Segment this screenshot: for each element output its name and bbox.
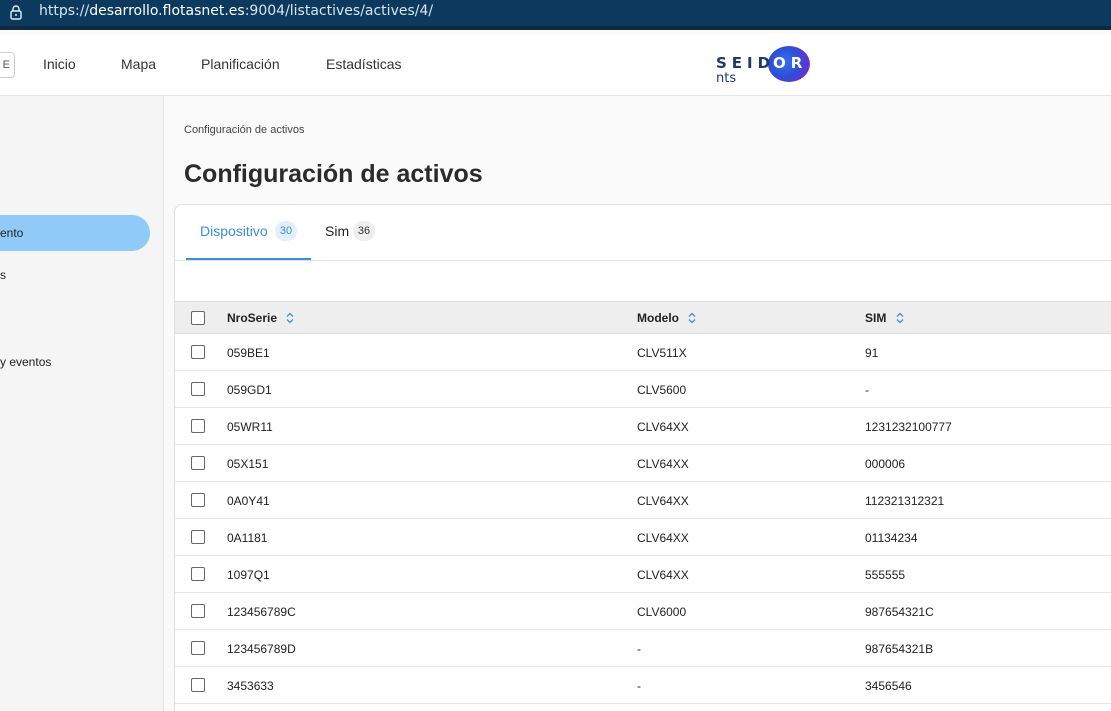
select-all-checkbox[interactable]: [191, 311, 205, 325]
row-checkbox[interactable]: [191, 678, 205, 692]
nav-item-inicio[interactable]: Inicio: [43, 56, 76, 72]
sidebar-item[interactable]: s: [0, 268, 6, 282]
cell-sim: 987654321C: [865, 605, 934, 619]
logo-brand-b: OR: [773, 54, 808, 72]
sort-icon[interactable]: [688, 312, 696, 324]
page-title: Configuración de activos: [184, 160, 483, 188]
seidor-logo: SEID OR nts: [716, 44, 816, 88]
table-row[interactable]: 059GD1 CLV5600 -: [175, 371, 1111, 408]
nav-item-mapa[interactable]: Mapa: [121, 56, 156, 72]
row-checkbox[interactable]: [191, 641, 205, 655]
cell-nroserie: 0A1181: [227, 531, 268, 545]
column-header-modelo[interactable]: Modelo: [637, 311, 696, 325]
cell-sim: 01134234: [865, 531, 918, 545]
cell-sim: 555555: [865, 568, 906, 582]
cell-sim: 987654321B: [865, 642, 934, 656]
sidebar-item-label: ento: [0, 226, 24, 240]
table-row[interactable]: 123456789C CLV6000 987654321C: [175, 593, 1111, 630]
cell-modelo: CLV64XX: [637, 457, 689, 471]
table-header: NroSerie Modelo SIM: [175, 301, 1111, 334]
table-row[interactable]: 1097Q1 CLV64XX 555555: [175, 556, 1111, 593]
lock-icon: [10, 5, 22, 20]
row-checkbox[interactable]: [191, 345, 205, 359]
nav-item-planificacion[interactable]: Planificación: [201, 56, 280, 72]
cell-nroserie: 05WR11: [227, 420, 273, 434]
cell-nroserie: 059GD1: [227, 383, 272, 397]
logo-brand-a: SEID: [716, 54, 776, 72]
column-header-nroserie[interactable]: NroSerie: [227, 311, 294, 325]
cell-sim: 91: [865, 346, 879, 360]
cell-modelo: CLV64XX: [637, 568, 689, 582]
table-row[interactable]: 3453633 - 3456546: [175, 667, 1111, 704]
row-checkbox[interactable]: [191, 530, 205, 544]
address-field[interactable]: https://desarrollo.flotasnet.es:9004/lis…: [39, 3, 433, 19]
cell-nroserie: 1097Q1: [227, 568, 270, 582]
cell-sim: 000006: [865, 457, 906, 471]
menu-button[interactable]: E: [0, 52, 15, 78]
tab-dispositivo[interactable]: Dispositivo 30: [200, 221, 310, 259]
row-checkbox[interactable]: [191, 456, 205, 470]
nav-item-estadisticas[interactable]: Estadísticas: [326, 56, 401, 72]
sort-icon[interactable]: [896, 312, 904, 324]
cell-nroserie: 123456789C: [227, 605, 296, 619]
table-row[interactable]: 05X151 CLV64XX 000006: [175, 445, 1111, 482]
tab-label: Dispositivo: [200, 223, 268, 239]
table-row[interactable]: 0A1181 CLV64XX 01134234: [175, 519, 1111, 556]
table-row[interactable]: 123456789D - 987654321B: [175, 630, 1111, 667]
cell-sim: 112321312321: [865, 494, 945, 508]
cell-modelo: CLV64XX: [637, 531, 689, 545]
sidebar-item-label: y eventos: [0, 355, 52, 369]
cell-modelo: CLV511X: [637, 346, 687, 360]
cell-sim: -: [865, 383, 869, 397]
cell-nroserie: 05X151: [227, 457, 269, 471]
cell-modelo: CLV5600: [637, 383, 687, 397]
column-header-sim[interactable]: SIM: [865, 311, 904, 325]
cell-nroserie: 059BE1: [227, 346, 270, 360]
sidebar: ento s y eventos: [0, 96, 164, 711]
tab-count-badge: 36: [353, 221, 375, 241]
row-checkbox[interactable]: [191, 567, 205, 581]
row-checkbox[interactable]: [191, 604, 205, 618]
cell-nroserie: 3453633: [227, 679, 274, 693]
tab-sim[interactable]: Sim 36: [325, 221, 385, 259]
row-checkbox[interactable]: [191, 493, 205, 507]
top-navigation: E Inicio Mapa Planificación Estadísticas…: [0, 34, 1111, 96]
browser-url-bar: https://desarrollo.flotasnet.es:9004/lis…: [0, 0, 1111, 30]
cell-modelo: -: [637, 679, 641, 693]
sidebar-item-label: s: [0, 268, 6, 282]
divider: [175, 260, 1111, 261]
cell-modelo: CLV64XX: [637, 494, 689, 508]
cell-modelo: CLV6000: [637, 605, 687, 619]
cell-nroserie: 0A0Y41: [227, 494, 270, 508]
row-checkbox[interactable]: [191, 419, 205, 433]
breadcrumb[interactable]: Configuración de activos: [184, 124, 304, 136]
sort-icon[interactable]: [286, 312, 294, 324]
row-checkbox[interactable]: [191, 382, 205, 396]
assets-card: Dispositivo 30 Sim 36 NroSerie Modelo SI…: [174, 204, 1111, 711]
table-row[interactable]: 05WR11 CLV64XX 1231232100777: [175, 408, 1111, 445]
cell-sim: 1231232100777: [865, 420, 952, 434]
table-row[interactable]: 059BE1 CLV511X 91: [175, 334, 1111, 371]
sidebar-item-active[interactable]: ento: [0, 215, 150, 251]
tab-count-badge: 30: [275, 221, 297, 241]
cell-nroserie: 123456789D: [227, 642, 296, 656]
cell-sim: 3456546: [865, 679, 912, 693]
tab-label: Sim: [325, 223, 350, 239]
logo-sub: nts: [716, 71, 737, 86]
table-row[interactable]: 0A0Y41 CLV64XX 112321312321: [175, 482, 1111, 519]
cell-modelo: -: [637, 642, 641, 656]
sidebar-item-eventos[interactable]: y eventos: [0, 355, 51, 369]
cell-modelo: CLV64XX: [637, 420, 689, 434]
